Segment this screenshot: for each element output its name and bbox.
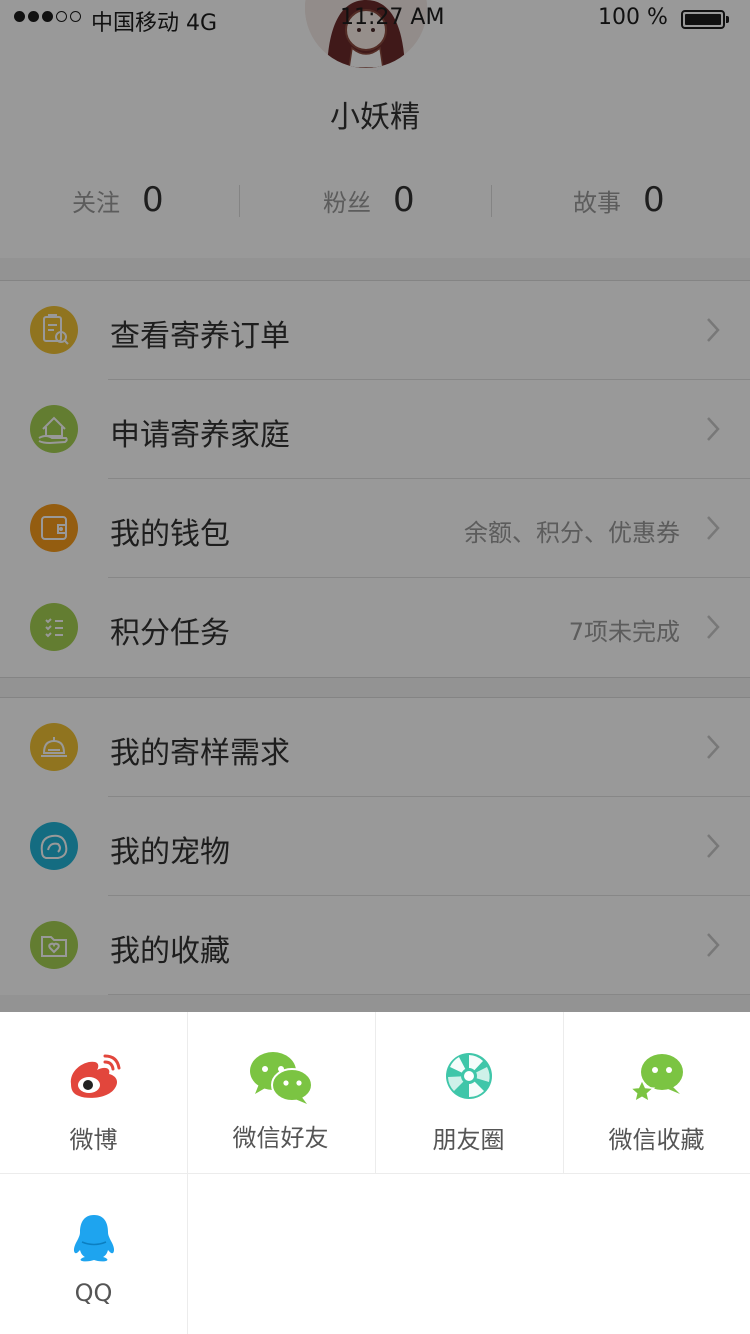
share-label: QQ — [74, 1279, 113, 1307]
wechat-icon — [249, 1052, 313, 1104]
signal-strength-icon — [14, 11, 81, 22]
share-weibo-button[interactable]: 微博 — [0, 1012, 187, 1173]
share-wechat-button[interactable]: 微信好友 — [187, 1012, 374, 1173]
share-sheet: 微博 微信好友 朋友圈 微信收藏 QQ — [0, 1012, 750, 1334]
status-bar: 中国移动 4G 11:27 AM 100 % — [0, 0, 750, 40]
battery-icon — [681, 10, 729, 29]
share-moments-button[interactable]: 朋友圈 — [375, 1012, 562, 1173]
share-label: 朋友圈 — [432, 1126, 505, 1154]
qq-icon — [73, 1215, 114, 1262]
share-label: 微信收藏 — [608, 1126, 705, 1154]
share-label: 微博 — [69, 1126, 118, 1154]
share-qq-button[interactable]: QQ — [0, 1173, 187, 1334]
modal-backdrop[interactable] — [0, 0, 750, 1012]
weibo-icon — [70, 1054, 120, 1098]
carrier-label: 中国移动 4G — [91, 11, 218, 36]
wechat-favorites-icon — [628, 1054, 683, 1103]
clock: 11:27 AM — [340, 5, 445, 30]
moments-icon — [445, 1053, 492, 1099]
share-wechat-favorites-button[interactable]: 微信收藏 — [563, 1012, 750, 1173]
share-label: 微信好友 — [232, 1124, 329, 1152]
battery-percent: 100 % — [598, 5, 668, 30]
